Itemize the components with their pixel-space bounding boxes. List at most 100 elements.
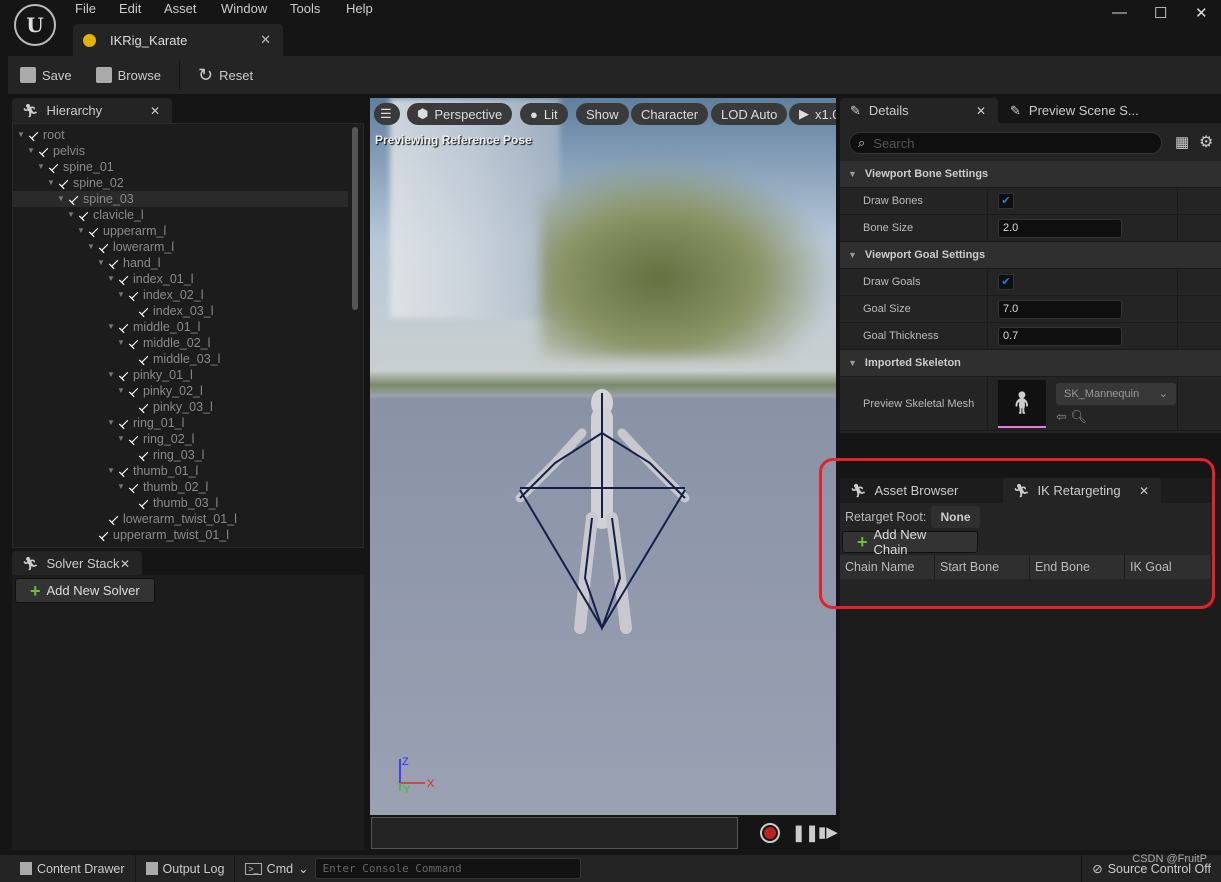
section-header[interactable]: ▼ Viewport Goal Settings [840, 242, 1221, 269]
bone-name: pinky_02_l [143, 384, 203, 398]
bone-name: thumb_03_l [153, 496, 219, 510]
tab-preview-scene[interactable]: ✎ Preview Scene S... [1000, 98, 1160, 123]
close-tab-icon[interactable]: ✕ [260, 32, 271, 48]
mesh-thumbnail[interactable]: 🧍︎ [998, 379, 1046, 428]
search-input[interactable]: ⌕ Search [849, 132, 1162, 154]
skeletal-mesh-dropdown[interactable]: SK_Mannequin ⌄ [1056, 382, 1176, 405]
tree-row-ring-03-l[interactable]: ⟝ ring_03_l [127, 447, 205, 464]
tree-row-clavicle-l[interactable]: ▼ ⟝ clavicle_l [67, 207, 144, 224]
add-new-solver-button[interactable]: + Add New Solver [15, 578, 155, 603]
browse-button[interactable]: Browse [84, 67, 173, 83]
save-button[interactable]: Save [8, 67, 84, 83]
bone-name: spine_01 [63, 160, 114, 174]
tree-row-spine-03[interactable]: ▼ ⟝ spine_03 [13, 191, 348, 207]
content-drawer-button[interactable]: Content Drawer [0, 855, 136, 882]
settings-gear-icon[interactable]: ⚙ [1199, 132, 1213, 152]
tree-row-upperarm-l[interactable]: ▼ ⟝ upperarm_l [77, 223, 166, 240]
tree-row-thumb-03-l[interactable]: ⟝ thumb_03_l [127, 495, 219, 512]
tree-row-middle-02-l[interactable]: ▼ ⟝ middle_02_l [117, 335, 210, 352]
table-view-icon[interactable]: ▦ [1175, 133, 1189, 151]
tab-solver-stack[interactable]: 🏃︎ Solver Stack ✕ [12, 551, 142, 576]
output-log-button[interactable]: Output Log [136, 855, 236, 882]
minimize-icon[interactable]: — [1112, 4, 1127, 21]
tree-row-middle-03-l[interactable]: ⟝ middle_03_l [127, 351, 221, 368]
section-header[interactable]: ▼ Viewport Bone Settings [840, 161, 1221, 188]
perspective-label: Perspective [434, 106, 503, 122]
solver-stack-panel: + Add New Solver [12, 575, 364, 850]
viewport-menu-button[interactable]: ☰ [374, 103, 400, 125]
perspective-button[interactable]: ⬢ Perspective [407, 103, 513, 125]
tree-row-lowerarm-twist-01-l[interactable]: ⟝ lowerarm_twist_01_l [97, 511, 237, 528]
bone-name: hand_l [123, 256, 161, 270]
bone-name: ring_03_l [153, 448, 205, 462]
menu-tools[interactable]: Tools [290, 1, 320, 16]
tree-row-root[interactable]: ▼ ⟝ root [17, 127, 65, 144]
record-icon [764, 827, 776, 839]
reset-button[interactable]: ↻ Reset [186, 65, 265, 86]
source-control-off-icon: ⊘ [1092, 862, 1103, 876]
play-icon: ▶ [799, 106, 809, 121]
property-checkbox[interactable]: ✔ [998, 274, 1014, 290]
menu-edit[interactable]: Edit [119, 1, 141, 16]
character-button[interactable]: Character [631, 103, 709, 125]
collapse-arrow-icon: ▼ [848, 250, 857, 260]
property-number-input[interactable]: 0.7 [998, 326, 1122, 346]
tree-row-index-01-l[interactable]: ▼ ⟝ index_01_l [107, 271, 193, 288]
tree-row-index-02-l[interactable]: ▼ ⟝ index_02_l [117, 287, 203, 304]
tree-row-pelvis[interactable]: ▼ ⟝ pelvis [27, 143, 85, 160]
tree-row-ring-01-l[interactable]: ▼ ⟝ ring_01_l [107, 415, 184, 432]
close-details-icon[interactable]: ✕ [976, 104, 986, 118]
hierarchy-scrollbar[interactable] [352, 127, 358, 310]
terminal-icon: >_ [245, 862, 262, 875]
menu-help[interactable]: Help [346, 1, 373, 16]
document-tab-label: IKRig_Karate [110, 32, 188, 48]
tab-details[interactable]: ✎ Details ✕ [840, 98, 998, 123]
axis-y-label: Y [403, 784, 411, 793]
tree-row-ring-02-l[interactable]: ▼ ⟝ ring_02_l [117, 431, 194, 448]
highlight-annotation-box [819, 458, 1215, 609]
tree-row-spine-02[interactable]: ▼ ⟝ spine_02 [47, 175, 124, 192]
tree-row-lowerarm-l[interactable]: ▼ ⟝ lowerarm_l [87, 239, 174, 256]
play-speed-button[interactable]: ▶ x1.0 [789, 103, 836, 125]
maximize-icon[interactable]: ☐ [1154, 4, 1167, 22]
menu-file[interactable]: File [75, 1, 96, 16]
unreal-logo[interactable]: U [14, 4, 56, 46]
tree-row-thumb-01-l[interactable]: ▼ ⟝ thumb_01_l [107, 463, 198, 480]
property-checkbox[interactable]: ✔ [998, 193, 1014, 209]
cmd-dropdown[interactable]: >_ Cmd ⌄ [235, 855, 309, 882]
bone-name: pinky_03_l [153, 400, 213, 414]
record-button[interactable] [760, 823, 780, 843]
pause-button[interactable]: ❚❚ [792, 823, 819, 843]
tree-row-upperarm-twist-01-l[interactable]: ⟝ upperarm_twist_01_l [87, 527, 230, 544]
console-input[interactable]: Enter Console Command [314, 858, 581, 879]
viewport[interactable]: ☰ ⬢ Perspective ● Lit Show Character LOD A… [370, 98, 836, 815]
property-number-input[interactable]: 7.0 [998, 299, 1122, 319]
use-selected-icon[interactable]: ⇦ [1056, 409, 1067, 424]
tree-row-pinky-02-l[interactable]: ▼ ⟝ pinky_02_l [117, 383, 203, 400]
tab-hierarchy[interactable]: 🏃︎ Hierarchy ✕ [12, 98, 172, 123]
document-tab[interactable]: IKRig_Karate ✕ [73, 24, 283, 56]
close-solver-stack-icon[interactable]: ✕ [120, 557, 130, 571]
close-icon[interactable]: ✕ [1195, 4, 1208, 22]
step-forward-button[interactable]: ▮▶ [818, 823, 838, 841]
property-row: Goal Size 7.0 [840, 296, 1221, 323]
close-hierarchy-icon[interactable]: ✕ [150, 104, 160, 118]
lod-button[interactable]: LOD Auto [711, 103, 788, 125]
tree-row-spine-01[interactable]: ▼ ⟝ spine_01 [37, 159, 114, 176]
skeletal-mesh-value: SK_Mannequin [1064, 387, 1140, 400]
tree-row-index-03-l[interactable]: ⟝ index_03_l [127, 303, 214, 320]
menu-window[interactable]: Window [221, 1, 267, 16]
lit-button[interactable]: ● Lit [520, 103, 568, 125]
tree-row-hand-l[interactable]: ▼ ⟝ hand_l [97, 255, 161, 272]
browse-asset-icon[interactable]: 🔍︎ [1071, 409, 1088, 424]
tree-row-thumb-02-l[interactable]: ▼ ⟝ thumb_02_l [117, 479, 208, 496]
source-control-button[interactable]: ⊘ Source Control Off CSDN @FruitP [1081, 853, 1221, 882]
section-header[interactable]: ▼ Imported Skeleton [840, 350, 1221, 377]
timeline-scrubber[interactable] [371, 817, 738, 849]
menu-asset[interactable]: Asset [164, 1, 197, 16]
show-button[interactable]: Show [576, 103, 629, 125]
tree-row-pinky-03-l[interactable]: ⟝ pinky_03_l [127, 399, 213, 416]
property-number-input[interactable]: 2.0 [998, 218, 1122, 238]
tree-row-pinky-01-l[interactable]: ▼ ⟝ pinky_01_l [107, 367, 193, 384]
tree-row-middle-01-l[interactable]: ▼ ⟝ middle_01_l [107, 319, 200, 336]
